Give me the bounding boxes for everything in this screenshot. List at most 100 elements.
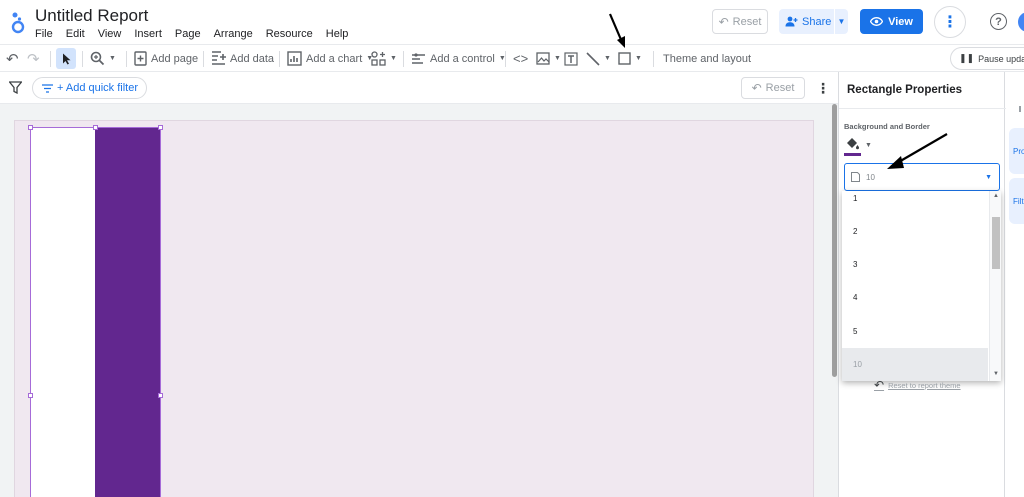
resize-handle[interactable] bbox=[93, 125, 98, 130]
border-weight-dropdown: 1 2 3 4 5 10 ▲ ▼ bbox=[842, 191, 1001, 381]
tab-filter[interactable]: Filt bbox=[1009, 178, 1024, 224]
toolbar: ↶ ↷ ▼ Add page Add data Add a chart ▼ ▼ … bbox=[0, 44, 1024, 72]
dropdown-scrollbar[interactable]: ▲ ▼ bbox=[989, 191, 1001, 381]
menu-edit[interactable]: Edit bbox=[66, 28, 85, 40]
add-data-label: Add data bbox=[230, 52, 275, 65]
annotation-arrow-icon bbox=[608, 13, 625, 48]
pause-updates-label: Pause update bbox=[978, 53, 1024, 64]
resize-handle[interactable] bbox=[28, 125, 33, 130]
zoom-button[interactable]: ▼ bbox=[90, 45, 116, 72]
panel-title: Rectangle Properties bbox=[847, 84, 963, 96]
dropdown-option-selected[interactable]: 10 bbox=[842, 348, 988, 381]
scroll-down-icon[interactable]: ▼ bbox=[993, 371, 999, 377]
reset-button-label: Reset bbox=[732, 15, 762, 28]
report-title[interactable]: Untitled Report bbox=[35, 6, 148, 26]
add-data-button[interactable]: Add data bbox=[211, 45, 274, 72]
undo-arrow-icon: ↶ bbox=[874, 378, 885, 392]
add-chart-button[interactable]: Add a chart ▼ bbox=[287, 45, 373, 72]
reset-to-theme-link[interactable]: ↶ Reset to report theme bbox=[874, 378, 961, 392]
add-page-icon bbox=[134, 51, 147, 66]
resize-handle[interactable] bbox=[158, 125, 163, 130]
undo-icon[interactable]: ↶ bbox=[6, 45, 19, 72]
undo-arrow-icon: ↶ bbox=[751, 81, 762, 95]
pause-updates-button[interactable]: ❚❚ Pause update bbox=[950, 47, 1024, 70]
add-quick-filter-button[interactable]: + Add quick filter bbox=[32, 77, 147, 99]
menu-insert[interactable]: Insert bbox=[134, 28, 162, 40]
cursor-icon[interactable] bbox=[56, 48, 76, 69]
section-label: Background and Border bbox=[844, 122, 930, 131]
image-icon bbox=[536, 52, 550, 65]
toolbar-divider bbox=[82, 51, 83, 67]
toolbar-divider bbox=[50, 51, 51, 67]
resize-handle[interactable] bbox=[28, 393, 33, 398]
report-page[interactable] bbox=[14, 120, 814, 497]
rail-marker bbox=[1019, 106, 1021, 112]
filter-bar: + Add quick filter ↶ Reset ⋮ bbox=[0, 72, 838, 104]
scroll-up-icon[interactable]: ▲ bbox=[993, 193, 999, 199]
add-chart-label: Add a chart bbox=[306, 52, 363, 65]
chevron-down-icon[interactable]: ▼ bbox=[865, 142, 872, 149]
filter-icon[interactable] bbox=[9, 81, 22, 94]
menu-help[interactable]: Help bbox=[326, 28, 349, 40]
dropdown-option[interactable]: 4 bbox=[842, 281, 988, 314]
control-icon bbox=[412, 53, 425, 64]
menu-view[interactable]: View bbox=[98, 28, 122, 40]
menu-bar: File Edit View Insert Page Arrange Resou… bbox=[35, 28, 361, 40]
dropdown-option[interactable]: 5 bbox=[842, 315, 988, 348]
redo-icon[interactable]: ↷ bbox=[27, 45, 40, 72]
dropdown-option[interactable]: 1 bbox=[842, 191, 988, 215]
community-visualization-icon bbox=[371, 51, 386, 66]
fill-bucket-icon[interactable] bbox=[844, 136, 860, 151]
toolbar-divider bbox=[403, 51, 404, 67]
toolbar-divider bbox=[279, 51, 280, 67]
resize-handle[interactable] bbox=[158, 393, 163, 398]
fill-color-swatch[interactable] bbox=[844, 153, 861, 156]
border-weight-icon bbox=[851, 172, 860, 182]
title-bar: Untitled Report File Edit View Insert Pa… bbox=[0, 0, 1024, 44]
eye-icon bbox=[870, 17, 884, 26]
menu-resource[interactable]: Resource bbox=[266, 28, 313, 40]
community-viz-button[interactable]: ▼ bbox=[371, 45, 397, 72]
looker-studio-logo-icon[interactable] bbox=[9, 9, 27, 35]
add-quick-filter-label: + Add quick filter bbox=[57, 82, 139, 94]
share-dropdown-caret-icon[interactable]: ▼ bbox=[835, 17, 848, 26]
tab-properties[interactable]: Pro bbox=[1009, 128, 1024, 174]
more-options-icon[interactable]: ⋮ bbox=[934, 6, 966, 38]
selection-box[interactable] bbox=[30, 127, 161, 497]
report-canvas bbox=[0, 104, 838, 497]
toolbar-divider bbox=[653, 51, 654, 67]
border-weight-value: 10 bbox=[866, 172, 875, 182]
dropdown-option[interactable]: 2 bbox=[842, 215, 988, 248]
zoom-icon bbox=[90, 51, 105, 66]
reset-button[interactable]: ↶ Reset bbox=[712, 9, 768, 34]
chevron-down-icon: ▼ bbox=[985, 174, 992, 181]
help-icon[interactable]: ? bbox=[990, 13, 1007, 30]
canvas-scrollbar[interactable] bbox=[832, 104, 837, 377]
pause-icon: ❚❚ bbox=[959, 53, 975, 63]
reset-filters-label: Reset bbox=[765, 82, 795, 94]
code-icon[interactable]: <> bbox=[513, 45, 528, 72]
chevron-down-icon: ▼ bbox=[390, 55, 397, 62]
add-control-button[interactable]: Add a control ▼ bbox=[411, 45, 506, 72]
annotation-arrow-icon bbox=[887, 133, 948, 169]
share-button[interactable]: Share bbox=[779, 9, 835, 34]
chevron-down-icon: ▼ bbox=[554, 55, 561, 62]
menu-arrange[interactable]: Arrange bbox=[214, 28, 253, 40]
chevron-down-icon: ▼ bbox=[604, 55, 611, 62]
scrollbar-thumb[interactable] bbox=[992, 217, 1000, 269]
theme-and-layout-button[interactable]: Theme and layout bbox=[663, 45, 751, 72]
image-button[interactable]: ▼ bbox=[536, 45, 561, 72]
more-options-icon[interactable]: ⋮ bbox=[816, 80, 830, 97]
dropdown-option[interactable]: 3 bbox=[842, 248, 988, 281]
reset-filters-button[interactable]: ↶ Reset bbox=[741, 77, 805, 99]
text-icon[interactable] bbox=[564, 45, 578, 72]
undo-arrow-icon: ↶ bbox=[718, 14, 729, 29]
theme-and-layout-label: Theme and layout bbox=[663, 52, 752, 65]
share-button-group: Share ▼ bbox=[779, 9, 848, 34]
menu-page[interactable]: Page bbox=[175, 28, 201, 40]
add-page-button[interactable]: Add page bbox=[134, 45, 198, 72]
avatar[interactable] bbox=[1018, 12, 1024, 32]
view-button[interactable]: View bbox=[860, 9, 923, 34]
menu-file[interactable]: File bbox=[35, 28, 53, 40]
line-icon bbox=[586, 51, 600, 66]
